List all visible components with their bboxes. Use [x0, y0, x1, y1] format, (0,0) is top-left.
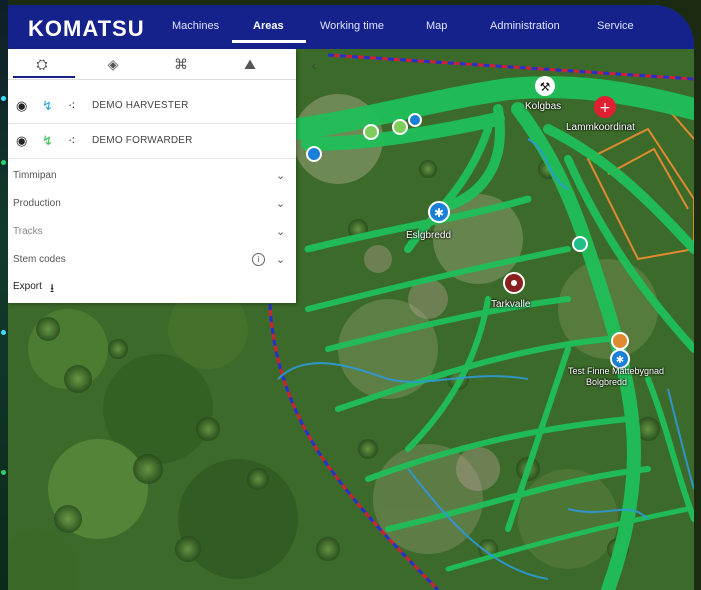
- machine-marker-icon: [392, 119, 408, 135]
- chevron-down-icon[interactable]: ⌄: [276, 169, 285, 182]
- layers-icon[interactable]: ◈: [93, 53, 133, 75]
- chevron-down-icon[interactable]: ⌄: [276, 197, 285, 210]
- machine-marker-icon: [572, 236, 588, 252]
- terrain-icon[interactable]: ⛰: [230, 53, 270, 75]
- route-icon[interactable]: ↯: [42, 99, 53, 113]
- scatter-dots-icon[interactable]: ⁖: [68, 99, 76, 113]
- chevron-down-icon[interactable]: ⌄: [276, 253, 285, 266]
- svg-text:✱: ✱: [434, 206, 444, 220]
- download-icon[interactable]: ⭳: [50, 279, 54, 300]
- chevron-left-icon[interactable]: ‹: [312, 57, 317, 73]
- top-navbar: KOMATSU Machines Areas Working time Map …: [8, 5, 694, 49]
- section-label: Tracks: [13, 226, 43, 237]
- nav-administration[interactable]: Administration: [490, 20, 560, 32]
- nav-map[interactable]: Map: [426, 20, 447, 32]
- export-row[interactable]: Export ⭳: [8, 274, 296, 302]
- network-icon[interactable]: ⌘: [161, 53, 201, 75]
- route-icon[interactable]: ↯: [42, 134, 53, 148]
- map-label: Eslgbredd: [406, 230, 452, 241]
- section-stem-codes[interactable]: Stem codes i ⌄: [8, 247, 296, 275]
- map-label: Lammkoordinat: [566, 122, 635, 133]
- map-label: Bolgbredd: [586, 377, 628, 387]
- visibility-target-icon[interactable]: ◉: [16, 134, 27, 148]
- svg-text:⚒: ⚒: [540, 80, 551, 94]
- map-label: Test Finne Mattebygnad: [568, 366, 665, 376]
- svg-text:✱: ✱: [616, 355, 624, 366]
- machine-icon[interactable]: ⛭: [22, 53, 62, 75]
- chevron-down-icon[interactable]: ⌄: [276, 225, 285, 238]
- section-tracks[interactable]: Tracks ⌄: [8, 219, 296, 247]
- komatsu-logo: KOMATSU: [28, 16, 145, 41]
- nav-areas[interactable]: Areas: [253, 20, 284, 32]
- visibility-target-icon[interactable]: ◉: [16, 99, 27, 113]
- map-label: Kolgbas: [525, 101, 562, 112]
- machine-row-harvester[interactable]: ◉ ↯ ⁖ DEMO HARVESTER: [8, 90, 296, 124]
- nav-service[interactable]: Service: [597, 20, 634, 32]
- panel-tabs: ⛭ ◈ ⌘ ⛰: [8, 49, 296, 80]
- layers-panel: ⛭ ◈ ⌘ ⛰ ◉ ↯ ⁖ DEMO HARVESTER ◉ ↯ ⁖ DEMO …: [8, 49, 296, 303]
- collapse-panel-button[interactable]: ‹: [304, 55, 324, 75]
- section-production[interactable]: Production ⌄: [8, 191, 296, 219]
- export-label[interactable]: Export: [13, 281, 42, 292]
- warning-icon: [611, 332, 629, 350]
- active-tab-indicator: [13, 76, 75, 78]
- machine-marker-icon: [306, 146, 322, 162]
- nav-working-time[interactable]: Working time: [320, 20, 384, 32]
- section-label: Stem codes: [13, 254, 66, 265]
- nav-machines[interactable]: Machines: [172, 20, 219, 32]
- machine-marker-icon: [363, 124, 379, 140]
- machine-name: DEMO FORWARDER: [92, 135, 193, 146]
- active-nav-indicator: [232, 40, 306, 43]
- machine-name: DEMO HARVESTER: [92, 100, 189, 111]
- machine-marker-icon: [408, 113, 422, 127]
- info-icon[interactable]: i: [252, 253, 265, 266]
- app-frame: ⚒ + ✱ ✱ Kolgbas Lammkoordinat Eslgbredd …: [8, 5, 694, 590]
- section-timmipan[interactable]: Timmipan ⌄: [8, 163, 296, 191]
- machine-row-forwarder[interactable]: ◉ ↯ ⁖ DEMO FORWARDER: [8, 125, 296, 159]
- section-label: Timmipan: [13, 170, 57, 181]
- left-edge-strip: [0, 0, 8, 590]
- svg-text:+: +: [599, 100, 611, 116]
- scatter-dots-icon[interactable]: ⁖: [68, 134, 76, 148]
- map-label: Tarkvalle: [491, 299, 531, 310]
- section-label: Production: [13, 198, 61, 209]
